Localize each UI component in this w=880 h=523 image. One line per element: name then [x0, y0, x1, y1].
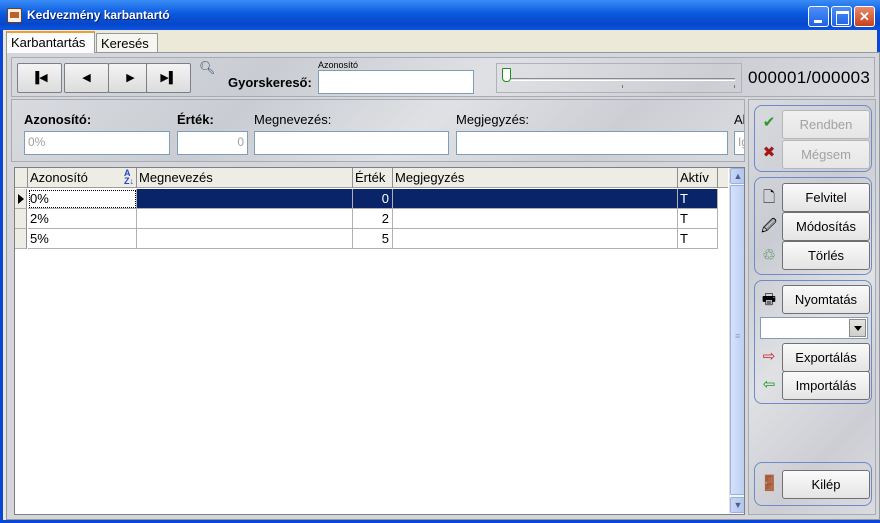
confirm-group: ✔ Rendben ✖ Mégsem: [754, 105, 872, 172]
print-format-select[interactable]: [760, 317, 868, 339]
search-icon[interactable]: 🔍︎: [199, 60, 216, 76]
data-grid[interactable]: Azonosító A Z↓ Megnevezés Érték Megjegyzé…: [14, 167, 745, 515]
scroll-up-button[interactable]: ▲: [730, 168, 744, 184]
table-row[interactable]: 5% 5 T: [15, 229, 728, 249]
tab-kereses[interactable]: Keresés: [96, 33, 158, 52]
slider-tick: [622, 85, 623, 88]
cell-megjegyzes[interactable]: [393, 229, 678, 249]
cell-megnevezes[interactable]: [137, 209, 353, 229]
cell-aktiv[interactable]: T: [678, 229, 718, 249]
ok-button[interactable]: Rendben: [782, 110, 870, 139]
export-icon: ⇨: [762, 348, 776, 365]
add-button[interactable]: Felvitel: [782, 183, 870, 212]
printer-icon: 🖶: [761, 291, 777, 308]
exit-group: 🚪 Kilép: [754, 462, 872, 506]
cross-icon: ✖: [762, 144, 776, 161]
import-button[interactable]: Importálás: [782, 371, 870, 400]
cell-ertek[interactable]: 5: [353, 229, 393, 249]
megjegyzes-label: Megjegyzés:: [456, 112, 529, 127]
export-button[interactable]: Exportálás: [782, 343, 870, 372]
cell-azonosito[interactable]: 2%: [28, 209, 137, 229]
azonosito-label: Azonosító:: [24, 112, 92, 127]
table-row[interactable]: 2% 2 T: [15, 209, 728, 229]
close-button[interactable]: ✕: [854, 6, 875, 27]
cell-megjegyzes[interactable]: [393, 209, 678, 229]
ertek-label: Érték:: [177, 112, 214, 127]
last-record-button[interactable]: ▶▌: [146, 63, 191, 93]
cancel-button[interactable]: Mégsem: [782, 140, 870, 169]
minimize-button[interactable]: [808, 6, 829, 27]
megnevezes-field[interactable]: [254, 131, 449, 155]
first-record-button[interactable]: ▐◀: [17, 63, 62, 93]
new-document-icon: 🗋: [762, 189, 776, 206]
cell-ertek[interactable]: 0: [353, 189, 393, 209]
scroll-down-button[interactable]: ▼: [730, 497, 744, 513]
cell-ertek[interactable]: 2: [353, 209, 393, 229]
maximize-button[interactable]: [831, 6, 852, 27]
azonosito-field[interactable]: 0%: [24, 131, 170, 155]
tab-karbantartas[interactable]: Karbantartás: [6, 31, 95, 53]
action-sidebar: ✔ Rendben ✖ Mégsem 🗋 Felvitel 🖉 Módosítá…: [748, 99, 876, 515]
ertek-field[interactable]: 0: [177, 131, 248, 155]
edit-document-icon: 🖉: [761, 218, 777, 235]
table-row[interactable]: 0% 0 T: [15, 189, 728, 209]
grid-header: Azonosító A Z↓ Megnevezés Érték Megjegyzé…: [15, 168, 728, 188]
vertical-scrollbar[interactable]: ▲ ▼: [729, 168, 744, 514]
cell-aktiv[interactable]: T: [678, 189, 718, 209]
column-title: Azonosító: [30, 170, 88, 185]
grid-corner: [15, 168, 28, 188]
delete-button[interactable]: Törlés: [782, 241, 870, 270]
navigation-bar: ▐◀ ◀ ▶ ▶▌ 🔍︎ Azonosító Gyorskereső: 0000…: [11, 57, 875, 97]
title-bar[interactable]: Kedvezmény karbantartó ✕: [0, 0, 880, 30]
quicksearch-input[interactable]: [318, 70, 474, 94]
cell-azonosito[interactable]: 5%: [28, 229, 137, 249]
slider-track: [505, 78, 735, 81]
slider-thumb[interactable]: [502, 68, 511, 82]
column-header-megnevezes[interactable]: Megnevezés: [137, 168, 353, 188]
cell-megjegyzes[interactable]: [393, 189, 678, 209]
aktiv-field[interactable]: Ig: [734, 131, 744, 155]
megjegyzes-field[interactable]: [456, 131, 728, 155]
cell-aktiv[interactable]: T: [678, 209, 718, 229]
io-group: 🖶 Nyomtatás ⇨ Exportálás ⇦ Importálás: [754, 280, 872, 404]
row-indicator: [15, 209, 27, 229]
first-record-icon: ▐◀: [31, 72, 48, 84]
exit-button[interactable]: Kilép: [782, 470, 870, 499]
row-indicator: [15, 189, 27, 209]
row-indicator: [15, 229, 27, 249]
previous-record-button[interactable]: ◀: [64, 63, 109, 93]
chevron-down-icon[interactable]: [849, 319, 866, 337]
column-header-ertek[interactable]: Érték: [353, 168, 393, 188]
detail-fields: Azonosító: 0% Érték: 0 Megnevezés: Megje…: [11, 99, 745, 162]
quicksearch-label: Gyorskereső:: [228, 75, 312, 90]
previous-record-icon: ◀: [82, 72, 91, 84]
tab-page-karbantartas: ▐◀ ◀ ▶ ▶▌ 🔍︎ Azonosító Gyorskereső: 0000…: [6, 52, 880, 520]
record-slider[interactable]: [496, 63, 742, 93]
cell-azonosito[interactable]: 0%: [28, 189, 137, 209]
main-window: Kedvezmény karbantartó ✕ Karbantartás Ke…: [0, 0, 880, 523]
megnevezes-label: Megnevezés:: [254, 112, 332, 127]
aktiv-label: Al: [734, 112, 745, 127]
exit-door-icon: 🚪: [760, 475, 779, 492]
edit-group: 🗋 Felvitel 🖉 Módosítás ♲ Törlés: [754, 177, 872, 275]
cell-megnevezes[interactable]: [137, 229, 353, 249]
import-icon: ⇦: [762, 376, 776, 393]
delete-icon: ♲: [762, 247, 776, 264]
last-record-icon: ▶▌: [160, 72, 177, 84]
column-header-megjegyzes[interactable]: Megjegyzés: [393, 168, 678, 188]
check-icon: ✔: [762, 114, 776, 131]
record-counter: 000001/000003: [748, 68, 871, 87]
scroll-thumb[interactable]: [730, 185, 744, 495]
app-icon: [7, 8, 22, 23]
column-header-aktiv[interactable]: Aktív: [678, 168, 718, 188]
column-header-azonosito[interactable]: Azonosító A Z↓: [28, 168, 137, 188]
slider-tick: [734, 85, 735, 88]
modify-button[interactable]: Módosítás: [782, 212, 870, 241]
next-record-icon: ▶: [126, 72, 135, 84]
window-title: Kedvezmény karbantartó: [27, 8, 170, 22]
sort-az-icon: A Z↓: [124, 168, 134, 186]
quicksearch-caption: Azonosító: [318, 60, 359, 70]
print-button[interactable]: Nyomtatás: [782, 285, 870, 314]
cell-megnevezes[interactable]: [137, 189, 353, 209]
